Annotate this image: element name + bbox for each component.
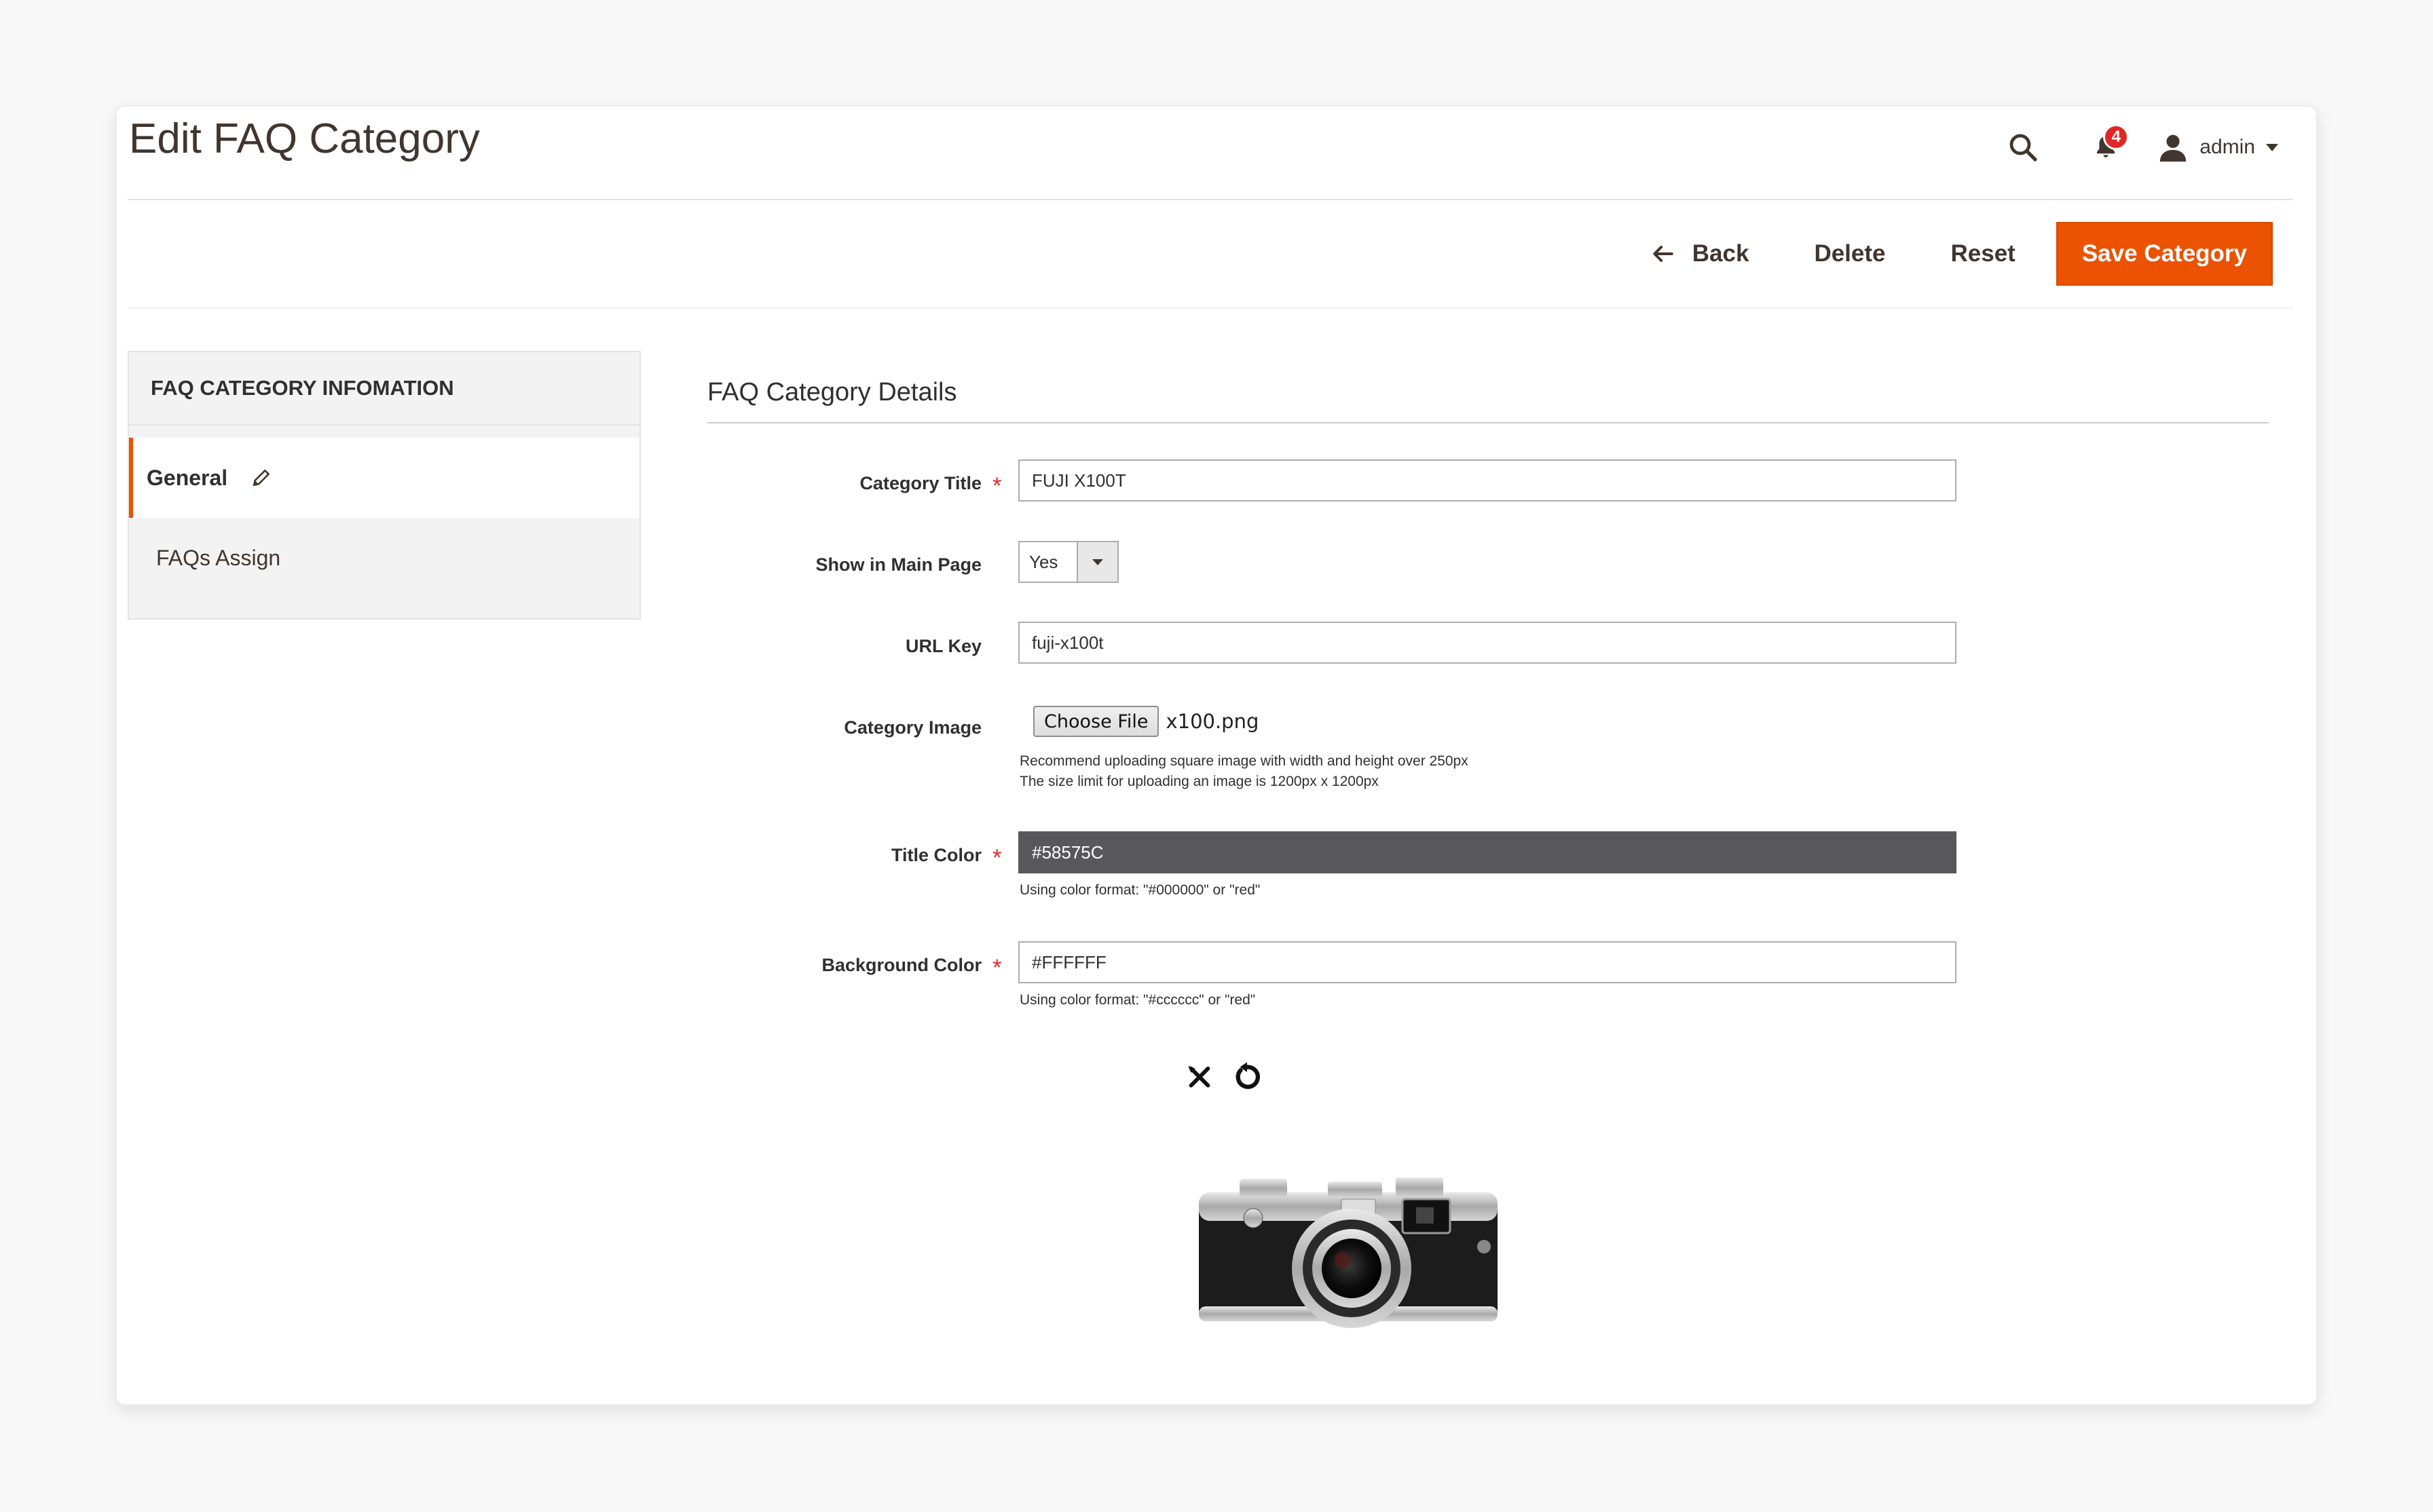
save-category-button[interactable]: Save Category (2056, 222, 2273, 286)
image-note-1: Recommend uploading square image with wi… (1020, 753, 1468, 769)
sidebar-item-faqs-assign[interactable]: FAQs Assign (129, 518, 639, 598)
required-marker: * (992, 473, 1002, 499)
search-icon[interactable] (2004, 128, 2042, 166)
action-bar: Back Delete Reset Save Category (1619, 222, 2273, 286)
chevron-down-icon (2266, 143, 2278, 151)
back-button[interactable]: Back (1619, 222, 1782, 286)
pencil-icon (253, 469, 270, 487)
sidebar-item-general[interactable]: General (129, 438, 639, 518)
back-arrow-icon (1653, 246, 1673, 262)
delete-button[interactable]: Delete (1781, 222, 1918, 286)
file-name: x100.png (1166, 710, 1259, 733)
notifications-button[interactable]: 4 (2087, 124, 2130, 166)
url-key-label: URL Key (905, 636, 982, 656)
select-value: Yes (1029, 551, 1058, 572)
chevron-down-icon (1092, 559, 1103, 565)
required-marker: * (992, 955, 1002, 981)
action-divider (128, 307, 2293, 309)
sidebar: FAQ CATEGORY INFOMATION General FAQs Ass… (128, 351, 641, 620)
user-menu[interactable]: admin (2157, 132, 2278, 163)
category-title-label: Category Title (859, 473, 982, 493)
reset-button[interactable]: Reset (1918, 222, 2048, 286)
page-title: Edit FAQ Category (129, 115, 480, 162)
title-color-input[interactable]: #58575C (1018, 831, 1956, 873)
choose-file-button[interactable]: Choose File (1033, 706, 1159, 737)
show-in-main-label: Show in Main Page (815, 554, 982, 575)
select-arrow (1077, 542, 1117, 582)
show-in-main-select[interactable]: Yes (1018, 541, 1119, 583)
restore-image-icon[interactable] (1230, 1060, 1264, 1094)
background-color-label: Background Color (821, 955, 982, 975)
title-color-label: Title Color (891, 845, 982, 865)
image-tools (1183, 1060, 1278, 1094)
required-marker: * (992, 845, 1002, 871)
background-color-note: Using color format: "#cccccc" or "red" (1020, 992, 1256, 1008)
section-title: FAQ Category Details (707, 378, 2269, 423)
remove-image-icon[interactable] (1183, 1060, 1216, 1094)
header-actions: 4 admin (2004, 120, 2278, 174)
title-color-note: Using color format: "#000000" or "red" (1020, 882, 1261, 898)
sidebar-item-label: FAQs Assign (156, 545, 281, 570)
user-icon (2160, 134, 2187, 162)
back-label: Back (1692, 240, 1749, 267)
notification-badge: 4 (2103, 124, 2130, 150)
sidebar-heading: FAQ CATEGORY INFOMATION (129, 352, 639, 426)
background-color-input[interactable]: #FFFFFF (1018, 941, 1956, 983)
user-name: admin (2199, 136, 2255, 158)
category-title-input[interactable]: FUJI X100T (1018, 459, 1956, 502)
camera-image (1199, 1177, 1498, 1328)
url-key-input[interactable]: fuji-x100t (1018, 622, 1956, 664)
file-upload: Choose File x100.png (1033, 706, 1259, 737)
details-section: FAQ Category Details (707, 378, 2269, 423)
image-note-2: The size limit for uploading an image is… (1020, 774, 1379, 789)
sidebar-item-label: General (147, 465, 228, 490)
page-card: Edit FAQ Category 4 admin Back Delete Re… (115, 105, 2318, 1405)
header-divider (128, 199, 2293, 200)
category-image-label: Category Image (844, 717, 982, 738)
